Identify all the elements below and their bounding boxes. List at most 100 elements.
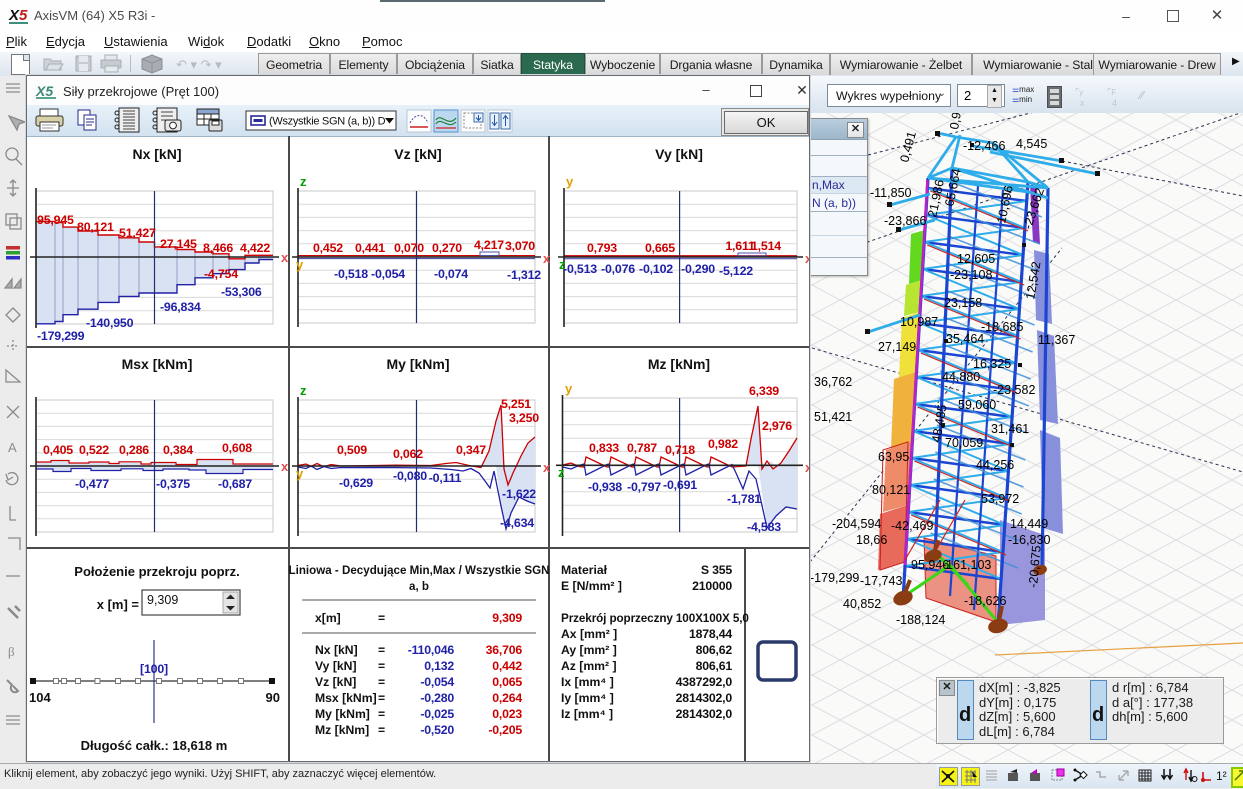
svg-text:80,121: 80,121 bbox=[872, 483, 910, 497]
svg-text:9,309: 9,309 bbox=[492, 611, 522, 625]
svg-text:Msx [kNm]: Msx [kNm] bbox=[315, 691, 377, 705]
svg-text:0,023: 0,023 bbox=[492, 707, 522, 721]
svg-text:z: z bbox=[300, 383, 307, 398]
svg-text:-140,950: -140,950 bbox=[86, 316, 134, 330]
svg-text:=: = bbox=[378, 643, 385, 657]
svg-text:16,325: 16,325 bbox=[973, 357, 1011, 371]
svg-text:9,309: 9,309 bbox=[147, 593, 178, 607]
svg-text:-0,477: -0,477 bbox=[75, 477, 109, 491]
svg-text:0,442: 0,442 bbox=[492, 659, 522, 673]
svg-text:-18,685: -18,685 bbox=[981, 320, 1023, 334]
svg-text:-0,054: -0,054 bbox=[371, 267, 405, 281]
svg-text:-0,290: -0,290 bbox=[681, 262, 715, 276]
svg-text:β: β bbox=[8, 644, 15, 659]
svg-text:90: 90 bbox=[266, 690, 280, 705]
svg-text:35,464: 35,464 bbox=[946, 332, 984, 346]
svg-text:53,972: 53,972 bbox=[981, 492, 1019, 506]
svg-text:4387292,0: 4387292,0 bbox=[676, 675, 733, 689]
svg-text:806,61: 806,61 bbox=[696, 659, 733, 673]
svg-text:-0,687: -0,687 bbox=[218, 477, 252, 491]
svg-text:-179,299: -179,299 bbox=[37, 329, 85, 343]
svg-text:3,070: 3,070 bbox=[505, 239, 535, 253]
svg-text:Iy [mm⁴ ]: Iy [mm⁴ ] bbox=[561, 691, 614, 705]
svg-text:=: = bbox=[378, 611, 385, 625]
svg-text:x: x bbox=[805, 460, 809, 475]
svg-text:51,427: 51,427 bbox=[119, 226, 156, 240]
svg-text:2,976: 2,976 bbox=[762, 419, 792, 433]
svg-text:-53,306: -53,306 bbox=[221, 285, 262, 299]
svg-text:S 355: S 355 bbox=[701, 563, 732, 577]
svg-text:-4,754: -4,754 bbox=[204, 267, 238, 281]
svg-text:27,149: 27,149 bbox=[878, 340, 916, 354]
svg-text:Iz [mm⁴ ]: Iz [mm⁴ ] bbox=[561, 707, 613, 721]
svg-text:-17,743: -17,743 bbox=[860, 574, 902, 588]
svg-text:=: = bbox=[378, 723, 385, 737]
svg-text:Mz [kNm]: Mz [kNm] bbox=[648, 356, 710, 372]
svg-text:806,62: 806,62 bbox=[696, 643, 733, 657]
svg-text:-4,634: -4,634 bbox=[500, 516, 534, 530]
svg-text:36,762: 36,762 bbox=[814, 375, 852, 389]
svg-text:44,880: 44,880 bbox=[942, 370, 980, 384]
svg-text:104: 104 bbox=[29, 690, 51, 705]
svg-text:0,062: 0,062 bbox=[393, 447, 423, 461]
svg-text:-0,054: -0,054 bbox=[420, 675, 454, 689]
svg-text:27,145: 27,145 bbox=[160, 237, 197, 251]
svg-text:-179,299: -179,299 bbox=[810, 571, 859, 585]
svg-text:y: y bbox=[565, 381, 573, 396]
svg-text:=: = bbox=[378, 675, 385, 689]
svg-text:-23,582: -23,582 bbox=[993, 383, 1035, 397]
svg-text:Położenie przekroju poprz.: Położenie przekroju poprz. bbox=[74, 564, 239, 579]
svg-text:-0,080: -0,080 bbox=[393, 469, 427, 483]
svg-text:0,264: 0,264 bbox=[492, 691, 522, 705]
svg-text:0,787: 0,787 bbox=[627, 441, 657, 455]
svg-text:=: = bbox=[378, 707, 385, 721]
svg-text:11,367: 11,367 bbox=[1038, 333, 1075, 347]
svg-text:Vz [kN]: Vz [kN] bbox=[315, 675, 356, 689]
svg-text:0,270: 0,270 bbox=[432, 241, 462, 255]
svg-text:x: x bbox=[805, 251, 809, 266]
svg-text:10,987: 10,987 bbox=[900, 315, 938, 329]
svg-text:Vz [kN]: Vz [kN] bbox=[394, 146, 441, 162]
svg-text:-23,108: -23,108 bbox=[950, 268, 992, 282]
svg-text:-0,513: -0,513 bbox=[563, 262, 597, 276]
svg-text:-12,466: -12,466 bbox=[963, 139, 1005, 153]
svg-text:=: = bbox=[378, 659, 385, 673]
svg-text:Ay [mm² ]: Ay [mm² ] bbox=[561, 643, 617, 657]
svg-text:y: y bbox=[296, 257, 304, 272]
svg-text:x: x bbox=[543, 251, 551, 266]
svg-text:Nx [kN]: Nx [kN] bbox=[132, 146, 181, 162]
svg-text:0,132: 0,132 bbox=[424, 659, 454, 673]
svg-text:x: x bbox=[543, 460, 551, 475]
svg-text:4,217: 4,217 bbox=[474, 238, 504, 252]
svg-text:Az [mm² ]: Az [mm² ] bbox=[561, 659, 617, 673]
svg-text:Vy [kN]: Vy [kN] bbox=[315, 659, 357, 673]
svg-text:3,250: 3,250 bbox=[509, 411, 539, 425]
svg-text:(Wszystkie SGN (a, b)) D: (Wszystkie SGN (a, b)) D bbox=[269, 116, 386, 128]
svg-text:=: = bbox=[378, 691, 385, 705]
svg-text:0,665: 0,665 bbox=[645, 241, 675, 255]
svg-text:40,852: 40,852 bbox=[843, 597, 881, 611]
svg-text:0,509: 0,509 bbox=[337, 443, 367, 457]
svg-text:-0,629: -0,629 bbox=[339, 476, 373, 490]
svg-text:51,421: 51,421 bbox=[814, 410, 852, 424]
svg-text:-23,866: -23,866 bbox=[884, 214, 926, 228]
svg-text:-0,074: -0,074 bbox=[434, 267, 468, 281]
svg-text:0,384: 0,384 bbox=[163, 443, 193, 457]
svg-text:Ix [mm⁴ ]: Ix [mm⁴ ] bbox=[561, 675, 614, 689]
svg-text:-0,797: -0,797 bbox=[627, 480, 661, 494]
svg-text:-0,938: -0,938 bbox=[588, 480, 622, 494]
svg-text:y: y bbox=[566, 174, 574, 189]
svg-text:0,982: 0,982 bbox=[708, 437, 738, 451]
svg-text:-42,469: -42,469 bbox=[891, 519, 933, 533]
svg-text:-0,025: -0,025 bbox=[420, 707, 454, 721]
svg-text:0,347: 0,347 bbox=[456, 443, 486, 457]
svg-text:1878,44: 1878,44 bbox=[689, 627, 732, 641]
svg-text:-5,122: -5,122 bbox=[719, 264, 753, 278]
svg-text:-4,583: -4,583 bbox=[747, 520, 781, 534]
svg-text:Vy [kN]: Vy [kN] bbox=[655, 146, 703, 162]
svg-text:210000: 210000 bbox=[692, 579, 732, 593]
svg-text:-188,124: -188,124 bbox=[896, 613, 945, 627]
svg-text:0,833: 0,833 bbox=[589, 441, 619, 455]
svg-text:23,158: 23,158 bbox=[944, 296, 982, 310]
svg-text:2814302,0: 2814302,0 bbox=[676, 707, 733, 721]
